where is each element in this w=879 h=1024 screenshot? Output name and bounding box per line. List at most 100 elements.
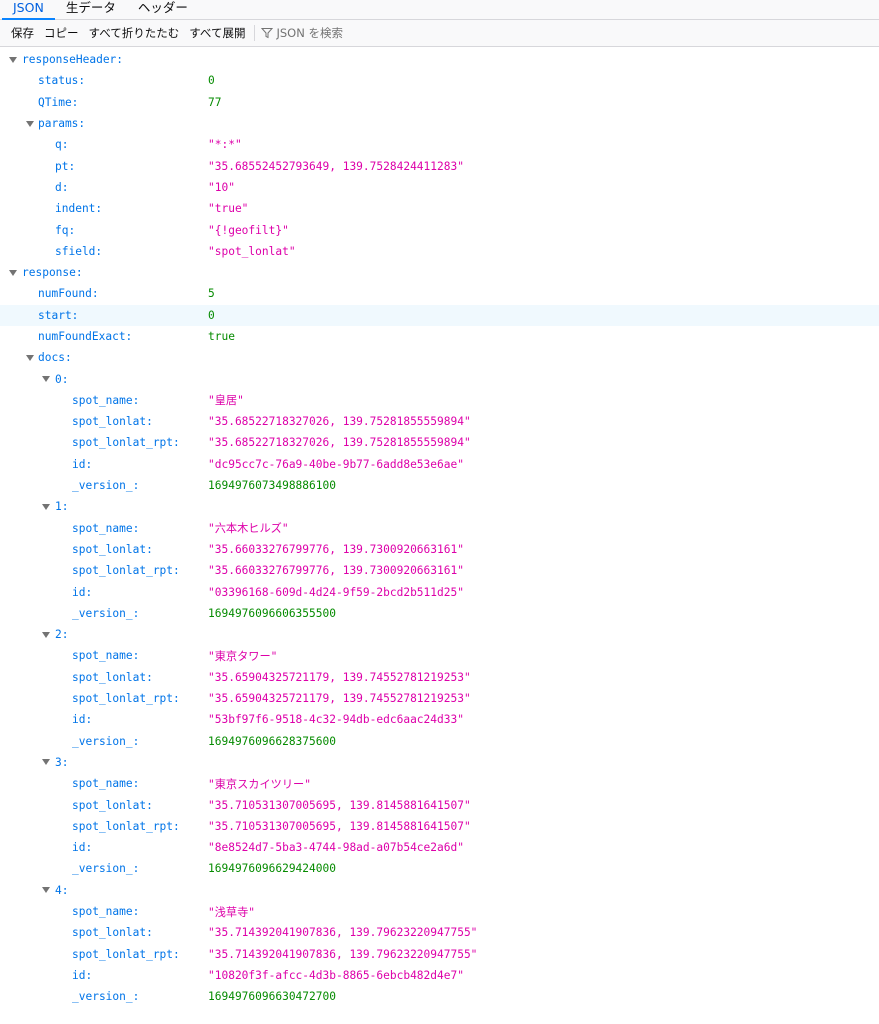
json-value: "35.65904325721179, 139.74552781219253"	[208, 670, 471, 684]
json-value: "35.68522718327026, 139.75281855559894"	[208, 415, 471, 429]
tree-value-row: d: "10"	[0, 177, 879, 198]
tree-value-row: spot_lonlat_rpt: "35.65904325721179, 139.…	[0, 688, 879, 709]
expand-twisty-icon[interactable]	[41, 885, 51, 895]
json-key: 4:	[55, 883, 69, 897]
json-key: spot_name:	[72, 393, 140, 407]
json-key: d:	[55, 180, 69, 194]
tree-value-row: spot_lonlat_rpt: "35.710531307005695, 139…	[0, 816, 879, 837]
tree-value-row: status: 0	[0, 70, 879, 91]
json-toolbar: 保存 コピー すべて折りたたむ すべて展開	[0, 20, 879, 47]
expand-twisty-icon[interactable]	[25, 353, 35, 363]
json-value: "浅草寺"	[208, 905, 256, 919]
json-value: "10820f3f-afcc-4d3b-8865-6ebcb482d4e7"	[208, 968, 464, 982]
tree-node-row[interactable]: responseHeader:	[0, 49, 879, 70]
expand-twisty-icon[interactable]	[41, 630, 51, 640]
tree-node-row[interactable]: params:	[0, 113, 879, 134]
json-key: fq:	[55, 223, 76, 237]
json-filter	[261, 23, 437, 43]
json-value: "53bf97f6-9518-4c32-94db-edc6aac24d33"	[208, 713, 464, 727]
tree-node-row[interactable]: 2:	[0, 624, 879, 645]
json-value: "8e8524d7-5ba3-4744-98ad-a07b54ce2a6d"	[208, 841, 464, 855]
json-key: spot_lonlat:	[72, 926, 153, 940]
tree-node-row[interactable]: 3:	[0, 752, 879, 773]
tree-value-row: spot_name: "浅草寺"	[0, 901, 879, 922]
expand-twisty-icon[interactable]	[8, 268, 18, 278]
tab-json[interactable]: JSON	[2, 0, 55, 20]
json-value: 0	[208, 308, 215, 322]
json-key: spot_lonlat:	[72, 542, 153, 556]
tree-value-row: id: "03396168-609d-4d24-9f59-2bcd2b511d25…	[0, 581, 879, 602]
expand-twisty-icon[interactable]	[25, 119, 35, 129]
tree-value-row: _version_: 1694976073498886100	[0, 475, 879, 496]
tree-value-row: spot_name: "東京タワー"	[0, 645, 879, 666]
collapse-all-button[interactable]: すべて折りたたむ	[84, 23, 185, 43]
json-key: 0:	[55, 372, 69, 386]
json-key: _version_:	[72, 862, 140, 876]
tree-value-row: _version_: 1694976096628375600	[0, 731, 879, 752]
json-value: "35.714392041907836, 139.79623220947755"	[208, 926, 478, 940]
tree-node-row[interactable]: response:	[0, 262, 879, 283]
json-key: spot_lonlat:	[72, 670, 153, 684]
expand-twisty-icon[interactable]	[41, 502, 51, 512]
tree-node-row[interactable]: 1:	[0, 496, 879, 517]
json-value: "東京タワー"	[208, 649, 278, 663]
json-value: 77	[208, 95, 222, 109]
json-value: "35.66033276799776, 139.7300920663161"	[208, 564, 464, 578]
expand-twisty-icon[interactable]	[8, 55, 18, 65]
json-value: 1694976096606355500	[208, 606, 336, 620]
tab-raw-data[interactable]: 生データ	[55, 0, 127, 19]
tree-value-row: spot_lonlat: "35.65904325721179, 139.7455…	[0, 667, 879, 688]
json-value: "{!geofilt}"	[208, 223, 289, 237]
json-key: start:	[38, 308, 79, 322]
json-value: 1694976096629424000	[208, 862, 336, 876]
expand-all-button[interactable]: すべて展開	[184, 23, 250, 43]
json-value: 1694976096628375600	[208, 734, 336, 748]
save-button[interactable]: 保存	[6, 23, 39, 43]
json-value: 0	[208, 74, 215, 88]
json-value: "spot_lonlat"	[208, 244, 296, 258]
json-key: spot_name:	[72, 905, 140, 919]
json-key: spot_lonlat_rpt:	[72, 564, 180, 578]
tree-value-row: q: "*:*"	[0, 134, 879, 155]
json-key: id:	[72, 968, 93, 982]
tree-value-row: id: "53bf97f6-9518-4c32-94db-edc6aac24d33…	[0, 709, 879, 730]
copy-button[interactable]: コピー	[39, 23, 84, 43]
json-key: _version_:	[72, 734, 140, 748]
tree-value-row: _version_: 1694976096629424000	[0, 858, 879, 879]
tree-value-row: start: 0	[0, 304, 879, 326]
json-key: response:	[22, 266, 83, 280]
tree-node-row[interactable]: 4:	[0, 880, 879, 901]
toolbar-divider	[254, 25, 256, 41]
tab-headers[interactable]: ヘッダー	[127, 0, 199, 19]
tree-value-row: spot_lonlat: "35.68522718327026, 139.7528…	[0, 411, 879, 432]
json-key: id:	[72, 841, 93, 855]
json-value: "東京スカイツリー"	[208, 777, 311, 791]
json-key: QTime:	[38, 95, 79, 109]
tree-value-row: id: "8e8524d7-5ba3-4744-98ad-a07b54ce2a6d…	[0, 837, 879, 858]
tree-value-row: id: "dc95cc7c-76a9-40be-9b77-6add8e53e6ae…	[0, 454, 879, 475]
expand-twisty-icon[interactable]	[41, 757, 51, 767]
tree-value-row: spot_lonlat_rpt: "35.714392041907836, 139…	[0, 943, 879, 964]
json-key: 2:	[55, 628, 69, 642]
json-key: docs:	[38, 351, 72, 365]
expand-twisty-icon[interactable]	[41, 374, 51, 384]
json-key: id:	[72, 713, 93, 727]
tree-node-row[interactable]: 0:	[0, 368, 879, 389]
json-key: id:	[72, 457, 93, 471]
json-key: indent:	[55, 202, 103, 216]
filter-input[interactable]	[276, 26, 437, 40]
json-value: "35.66033276799776, 139.7300920663161"	[208, 542, 464, 556]
tree-value-row: QTime: 77	[0, 92, 879, 113]
json-key: responseHeader:	[22, 53, 124, 67]
tree-value-row: spot_lonlat_rpt: "35.68522718327026, 139.…	[0, 432, 879, 453]
json-value: "dc95cc7c-76a9-40be-9b77-6add8e53e6ae"	[208, 457, 464, 471]
viewer-tab-bar: JSON 生データ ヘッダー	[0, 0, 879, 20]
json-key: _version_:	[72, 479, 140, 493]
tree-node-row[interactable]: docs:	[0, 347, 879, 368]
filter-icon	[261, 28, 274, 39]
json-tree: responseHeader: status: 0 QTime: 77 params: q:…	[0, 49, 879, 1007]
json-key: 1:	[55, 500, 69, 514]
json-value: "35.68522718327026, 139.75281855559894"	[208, 436, 471, 450]
json-value: "35.710531307005695, 139.8145881641507"	[208, 819, 471, 833]
json-key: spot_lonlat:	[72, 798, 153, 812]
